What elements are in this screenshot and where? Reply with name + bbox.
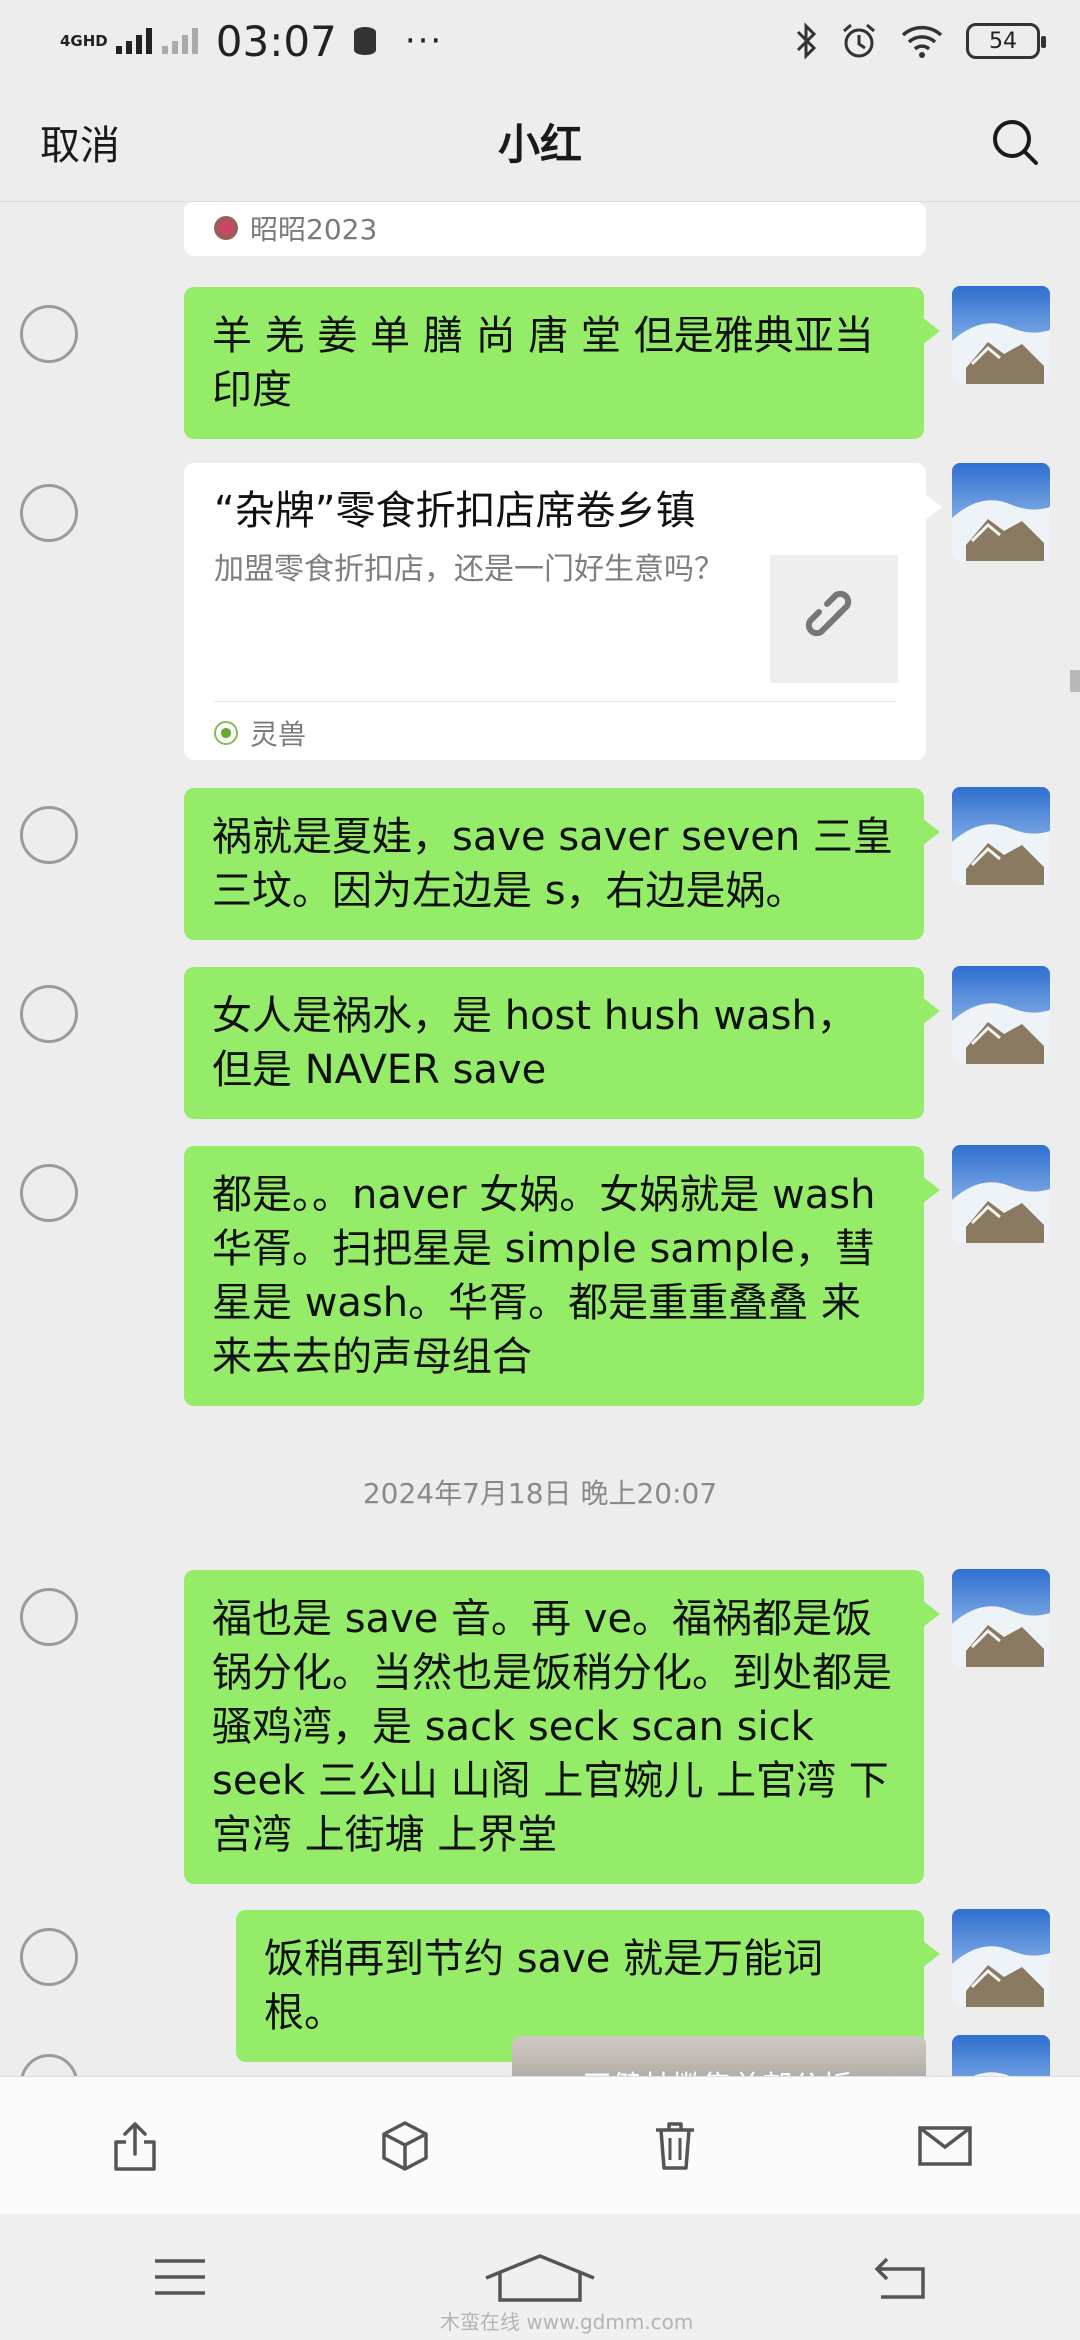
- avatar[interactable]: [952, 1145, 1050, 1243]
- avatar[interactable]: [952, 1569, 1050, 1667]
- mail-button[interactable]: [905, 2106, 985, 2186]
- select-radio[interactable]: [20, 985, 78, 1043]
- source-avatar-icon: [214, 216, 238, 240]
- more-status-icon: ···: [404, 21, 444, 61]
- system-nav-bar: 木蛮在线 www.gdmm.com: [0, 2214, 1080, 2340]
- link-card[interactable]: “杂牌”零食折扣店席卷乡镇 加盟零食折扣店，还是一门好生意吗？ 灵兽: [184, 463, 942, 760]
- menu-nav-button[interactable]: [120, 2237, 240, 2317]
- cancel-button[interactable]: 取消: [40, 113, 120, 171]
- box-icon: [382, 2120, 428, 2171]
- chat-list[interactable]: 昭昭2023 羊 羌 姜 单 膳 尚 唐 堂 但是雅典亚当印度 “杂牌”零食折扣…: [0, 202, 1080, 2076]
- menu-icon: [155, 2259, 205, 2295]
- date-separator: 2024年7月18日 晚上20:07: [362, 1477, 718, 1510]
- trash-icon: [656, 2121, 694, 2170]
- database-icon: [353, 27, 376, 55]
- clock: 03:07: [215, 16, 337, 66]
- message-text: 祸就是夏娃，save saver seven 三皇三坟。因为左边是 s，右边是娲…: [212, 814, 893, 914]
- chat-title: 小红: [497, 120, 582, 169]
- select-radio[interactable]: [20, 1164, 78, 1222]
- message-bubble[interactable]: 祸就是夏娃，save saver seven 三皇三坟。因为左边是 s，右边是娲…: [184, 788, 940, 940]
- message-text: 都是。。naver 女娲。女娲就是 wash 华胥。扫把星是 simple sa…: [212, 1172, 876, 1380]
- delete-button[interactable]: [635, 2106, 715, 2186]
- source-name: 昭昭2023: [250, 213, 378, 246]
- back-icon: [874, 2257, 925, 2299]
- status-bar: 4GHD 03:07 ··· 54: [0, 0, 1080, 82]
- watermark: 木蛮在线 www.gdmm.com: [440, 2310, 694, 2334]
- wifi-icon: [901, 25, 943, 58]
- share-button[interactable]: [95, 2106, 175, 2186]
- back-nav-button[interactable]: [840, 2237, 960, 2317]
- signal-2-icon: [161, 28, 198, 54]
- battery-indicator: 54: [966, 23, 1046, 59]
- mail-icon: [918, 2125, 972, 2166]
- bluetooth-icon: [796, 22, 817, 60]
- select-radio[interactable]: [20, 1588, 78, 1646]
- message-bubble[interactable]: 福也是 save 音。再 ve。福祸都是饭锅分化。当然也是饭稍分化。到处都是骚鸡…: [184, 1570, 940, 1884]
- action-toolbar: [0, 2076, 1080, 2214]
- link-card-title: “杂牌”零食折扣店席卷乡镇: [214, 488, 696, 534]
- link-card-description: 加盟零食折扣店，还是一门好生意吗？: [214, 552, 724, 587]
- scrollbar-thumb[interactable]: [1070, 670, 1080, 692]
- card-source: 灵兽: [214, 713, 306, 753]
- message-text: 羊 羌 姜 单 膳 尚 唐 堂 但是雅典亚当印度: [212, 313, 874, 413]
- avatar[interactable]: [952, 463, 1050, 561]
- signal-icon: [115, 28, 152, 54]
- avatar[interactable]: [952, 966, 1050, 1064]
- select-radio[interactable]: [20, 484, 78, 542]
- source-name: 灵兽: [250, 718, 307, 751]
- message-bubble[interactable]: 都是。。naver 女娲。女娲就是 wash 华胥。扫把星是 simple sa…: [184, 1146, 940, 1406]
- message-text: 福也是 save 音。再 ve。福祸都是饭锅分化。当然也是饭稍分化。到处都是骚鸡…: [212, 1596, 892, 1858]
- video-caption: 王健林撇售总部公折: [582, 2062, 852, 2076]
- alarm-icon: [843, 23, 875, 58]
- select-radio[interactable]: [20, 305, 78, 363]
- link-thumbnail: [770, 555, 898, 683]
- share-icon: [114, 2121, 156, 2171]
- message-bubble[interactable]: 羊 羌 姜 单 膳 尚 唐 堂 但是雅典亚当印度: [184, 287, 940, 439]
- message-text: 女人是祸水，是 host hush wash，但是 NAVER save: [212, 993, 857, 1093]
- avatar[interactable]: [952, 2035, 1050, 2076]
- network-indicator: 4GHD: [60, 32, 108, 50]
- avatar[interactable]: [952, 1909, 1050, 2007]
- top-nav: 取消 小红: [0, 82, 1080, 202]
- avatar[interactable]: [952, 787, 1050, 885]
- message-bubble[interactable]: 女人是祸水，是 host hush wash，但是 NAVER save: [184, 967, 940, 1119]
- favorite-button[interactable]: [365, 2106, 445, 2186]
- card-footer-partial[interactable]: 昭昭2023: [184, 202, 926, 256]
- avatar[interactable]: [952, 286, 1050, 384]
- search-icon[interactable]: [990, 117, 1040, 167]
- home-icon: [485, 2254, 595, 2302]
- message-text: 饭稍再到节约 save 就是万能词根。: [264, 1936, 824, 2036]
- select-radio[interactable]: [20, 2054, 78, 2076]
- link-icon: [805, 590, 852, 637]
- home-nav-button[interactable]: [480, 2237, 600, 2317]
- video-message[interactable]: 王健林撇售总部公折: [512, 2036, 926, 2076]
- select-radio[interactable]: [20, 1928, 78, 1986]
- select-radio[interactable]: [20, 806, 78, 864]
- card-source: 昭昭2023: [184, 202, 926, 254]
- source-avatar-icon: [214, 721, 238, 745]
